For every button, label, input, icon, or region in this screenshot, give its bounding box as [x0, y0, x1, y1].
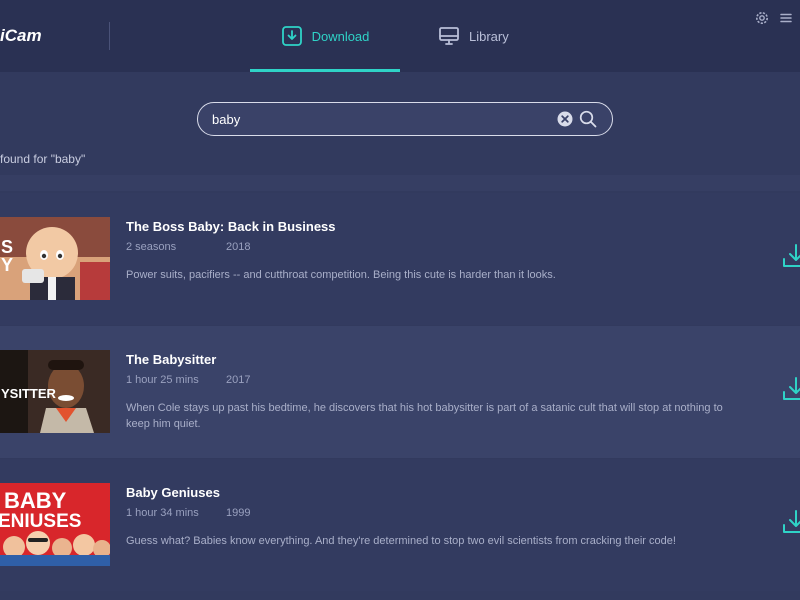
thumb-title-text-2: Y: [1, 255, 13, 275]
result-title[interactable]: The Boss Baby: Back in Business: [126, 219, 336, 234]
results-summary: found for "baby": [0, 152, 86, 166]
monitor-icon: [439, 27, 459, 45]
result-title[interactable]: The Babysitter: [126, 352, 216, 367]
result-thumbnail: YSITTER: [0, 350, 110, 433]
download-icon[interactable]: [782, 243, 800, 271]
thumb-title-text: YSITTER: [1, 386, 57, 401]
result-duration: 1 hour 25 mins: [126, 374, 199, 386]
tab-download[interactable]: Download: [250, 0, 400, 72]
menu-icon[interactable]: [780, 12, 792, 24]
download-icon[interactable]: [782, 509, 800, 537]
thumb-title-text-2: ENIUSES: [0, 511, 81, 532]
result-row[interactable]: BABY ENIUSES Baby Geniuses 1 hour 34 min…: [0, 459, 800, 591]
app-header: iCam Download Library: [0, 0, 800, 72]
thumb-title-text-1: S: [1, 237, 13, 257]
active-tab-indicator: [250, 69, 400, 72]
result-year: 2018: [226, 241, 251, 253]
result-row[interactable]: S Y The Boss Baby: Back in Business 2 se…: [0, 193, 800, 325]
download-icon[interactable]: [782, 376, 800, 404]
result-row[interactable]: YSITTER The Babysitter 1 hour 25 mins 20…: [0, 326, 800, 458]
result-thumbnail: S Y: [0, 217, 110, 300]
gear-icon[interactable]: [754, 10, 770, 26]
result-title[interactable]: Baby Geniuses: [126, 485, 220, 500]
thumb-title-text-1: BABY: [4, 488, 67, 513]
result-year: 2017: [226, 374, 251, 386]
result-duration: 2 seasons: [126, 241, 177, 253]
result-thumbnail: BABY ENIUSES: [0, 483, 110, 566]
result-description: Guess what? Babies know everything. And …: [126, 535, 676, 547]
tab-library[interactable]: Library: [438, 0, 558, 72]
result-duration: 1 hour 34 mins: [126, 507, 199, 519]
result-description: Power suits, pacifiers -- and cutthroat …: [126, 269, 556, 281]
tab-download-label: Download: [311, 28, 370, 44]
tab-library-label: Library: [469, 28, 509, 44]
app-logo: iCam: [0, 26, 42, 45]
search-box: [197, 102, 613, 136]
download-icon: [281, 26, 302, 46]
search-icon[interactable]: [579, 110, 597, 128]
clear-search-icon[interactable]: [557, 111, 573, 127]
header-divider: [109, 22, 110, 50]
search-input[interactable]: [212, 110, 542, 128]
header-tools: [754, 10, 792, 26]
result-year: 1999: [226, 507, 251, 519]
results-divider: [0, 175, 800, 191]
result-description: When Cole stays up past his bedtime, he …: [126, 402, 723, 430]
